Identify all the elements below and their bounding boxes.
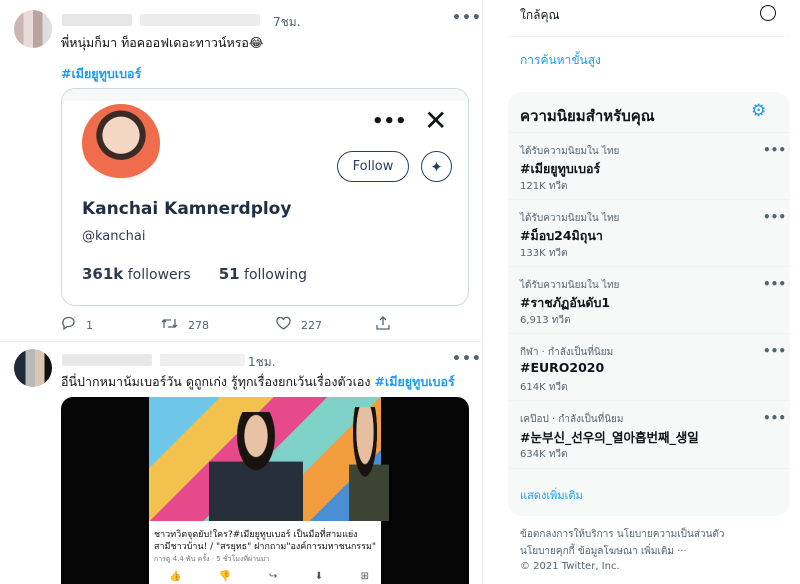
trend-context: ได้รับความนิยมใน ไทย — [520, 146, 620, 157]
trend-context: ได้รับความนิยมใน ไทย — [520, 213, 620, 224]
trend-count: 614K ทวีต — [520, 382, 568, 393]
followers-label: followers — [127, 267, 191, 283]
dislike-icon: 👎 — [218, 571, 232, 582]
trend-count: 121K ทวีต — [520, 181, 568, 192]
video-frame: ชาวทวิตจุดยับ!ใคร?#เมียยูทูบเบอร์ เป็นมื… — [149, 397, 389, 584]
trend-item[interactable]: เคป๊อป · กำลังเป็นที่นิยม #눈부신_선우의_열아홉번째… — [508, 400, 790, 467]
video-meta: การดู 4.4 พัน ครั้ง · 5 ชั่วโมงที่ผ่านมา — [154, 555, 270, 563]
followers-count: 361k — [82, 265, 124, 283]
like-count: 227 — [301, 318, 322, 332]
retweet-button[interactable]: 278 — [161, 316, 276, 334]
trend-context: เคป๊อป · กำลังเป็นที่นิยม — [520, 414, 624, 425]
trend-context: ได้รับความนิยมใน ไทย — [520, 280, 620, 291]
trend-count: 6,913 ทวีต — [520, 315, 571, 326]
following-label: following — [244, 267, 307, 283]
trend-item[interactable]: ได้รับความนิยมใน ไทย #ราชภัฏอันดับ1 6,91… — [508, 266, 790, 333]
profile-avatar[interactable] — [82, 104, 160, 182]
reply-icon — [61, 316, 76, 334]
trend-item[interactable]: กีฬา · กำลังเป็นที่นิยม #EURO2020 614K ท… — [508, 333, 790, 400]
tweet[interactable]: 7ชม. ••• พี่หนุ่มก็มา ท็อคออฟเดอะทาวน์หร… — [0, 0, 482, 340]
nearby-option[interactable]: ใกล้คุณ — [520, 6, 560, 25]
heart-icon — [276, 316, 291, 334]
nearby-radio[interactable] — [760, 5, 776, 21]
share-icon: ↪ — [268, 571, 278, 582]
video-actions: 👍 👎 ↪ ⬇ ⊞ — [169, 571, 369, 582]
search-filter-panel: ใกล้คุณ การค้นหาขั้นสูง — [508, 0, 790, 78]
tweet-time[interactable]: 1ชม. — [248, 353, 276, 372]
profile-card[interactable]: ••• ✕ Follow ✦ Kanchai Kamnerdploy @kanc… — [61, 88, 469, 306]
profile-name: Kanchai Kamnerdploy — [82, 199, 292, 219]
more-icon[interactable]: ••• — [763, 277, 786, 291]
footer-links[interactable]: ข้อตกลงการให้บริการ นโยบายความเป็นส่วนตั… — [520, 527, 725, 542]
download-icon: ⬇ — [314, 571, 324, 582]
profile-stats: 361k followers 51 following — [82, 265, 307, 283]
trends-title: ความนิยมสำหรับคุณ — [520, 107, 655, 125]
share-icon — [376, 316, 390, 334]
like-icon: 👍 — [169, 571, 182, 582]
display-name[interactable] — [62, 14, 132, 26]
followers-stat[interactable]: 361k followers — [82, 265, 191, 283]
following-count: 51 — [218, 265, 240, 283]
follow-button[interactable]: Follow — [337, 151, 409, 182]
timeline: 7ชม. ••• พี่หนุ่มก็มา ท็อคออฟเดอะทาวน์หร… — [0, 0, 483, 584]
user-handle — [160, 354, 245, 366]
video-media[interactable]: ชาวทวิตจุดยับ!ใคร?#เมียยูทูบเบอร์ เป็นมื… — [61, 397, 469, 584]
footer-links[interactable]: นโยบายคุกกี้ ข้อมูลโฆษณา เพิ่มเติม ··· — [520, 544, 687, 559]
following-stat[interactable]: 51 following — [219, 265, 307, 283]
trend-item[interactable]: ได้รับความนิยมใน ไทย #ม็อบ24มิถุนา 133K … — [508, 199, 790, 266]
more-icon[interactable]: ••• — [763, 411, 786, 425]
more-icon[interactable]: ••• — [372, 111, 407, 132]
tweet-time[interactable]: 7ชม. — [273, 13, 301, 32]
profile-handle: @kanchai — [82, 229, 146, 244]
panel-divider — [508, 468, 790, 469]
more-icon[interactable]: ••• — [763, 143, 786, 157]
tweet-text-body: อีนี่ปากหมาน้มเบอร์วัน ดูถูกเก่ง รู้ทุกเ… — [61, 374, 371, 389]
hashtag-link[interactable]: #เมียยูทูบเบอร์ — [374, 374, 454, 389]
display-name[interactable] — [62, 354, 152, 366]
trend-item[interactable]: ได้รับความนิยมใน ไทย #เมียยูทูบเบอร์ 121… — [508, 132, 790, 199]
reply-button[interactable]: 1 — [61, 316, 161, 334]
share-button[interactable] — [376, 316, 390, 334]
close-icon[interactable]: ✕ — [424, 104, 447, 137]
trend-count: 133K ทวีต — [520, 248, 568, 259]
more-icon[interactable]: ••• — [452, 10, 482, 26]
trend-name: #ม็อบ24มิถุนา — [520, 228, 603, 243]
trend-count: 634K ทวีต — [520, 449, 568, 460]
like-button[interactable]: 227 — [276, 316, 376, 334]
show-more-link[interactable]: แสดงเพิ่มเติม — [520, 486, 583, 504]
card-header — [62, 89, 468, 101]
reply-count: 1 — [86, 318, 93, 332]
trend-context: กีฬา · กำลังเป็นที่นิยม — [520, 347, 614, 358]
copyright: © 2021 Twitter, Inc. — [520, 561, 620, 572]
trend-name: #ราชภัฏอันดับ1 — [520, 295, 611, 310]
avatar[interactable] — [14, 349, 52, 387]
user-handle — [140, 14, 260, 26]
retweet-count: 278 — [188, 318, 209, 332]
save-icon: ⊞ — [360, 571, 369, 582]
video-person — [209, 412, 303, 521]
more-icon[interactable]: ••• — [452, 351, 482, 367]
tweet-text: อีนี่ปากหมาน้มเบอร์วัน ดูถูกเก่ง รู้ทุกเ… — [61, 372, 455, 392]
video-person — [349, 407, 389, 521]
hashtag-link[interactable]: #เมียยูทูบเบอร์ — [61, 64, 141, 84]
trend-name: #เมียยูทูบเบอร์ — [520, 161, 601, 176]
trend-name: #EURO2020 — [520, 360, 605, 375]
more-icon[interactable]: ••• — [763, 210, 786, 224]
advanced-search-link[interactable]: การค้นหาขั้นสูง — [520, 51, 601, 70]
video-thumbnail — [149, 397, 389, 521]
trend-name: #눈부신_선우의_열아홉번째_생일 — [520, 430, 699, 445]
panel-divider — [508, 36, 790, 37]
sparkle-icon[interactable]: ✦ — [421, 151, 452, 182]
gear-icon[interactable]: ⚙ — [751, 101, 766, 121]
more-icon[interactable]: ••• — [763, 344, 786, 358]
retweet-icon — [161, 317, 178, 334]
video-caption: สามีชาวบ้าน! / "สรยุทธ" ฝากถาม"องค์การมห… — [154, 542, 377, 552]
avatar[interactable] — [14, 10, 52, 48]
tweet-text: พี่หนุ่มก็มา ท็อคออฟเดอะทาวน์หรอ😂 — [61, 35, 264, 50]
tweet-actions: 1 278 227 — [61, 316, 411, 334]
